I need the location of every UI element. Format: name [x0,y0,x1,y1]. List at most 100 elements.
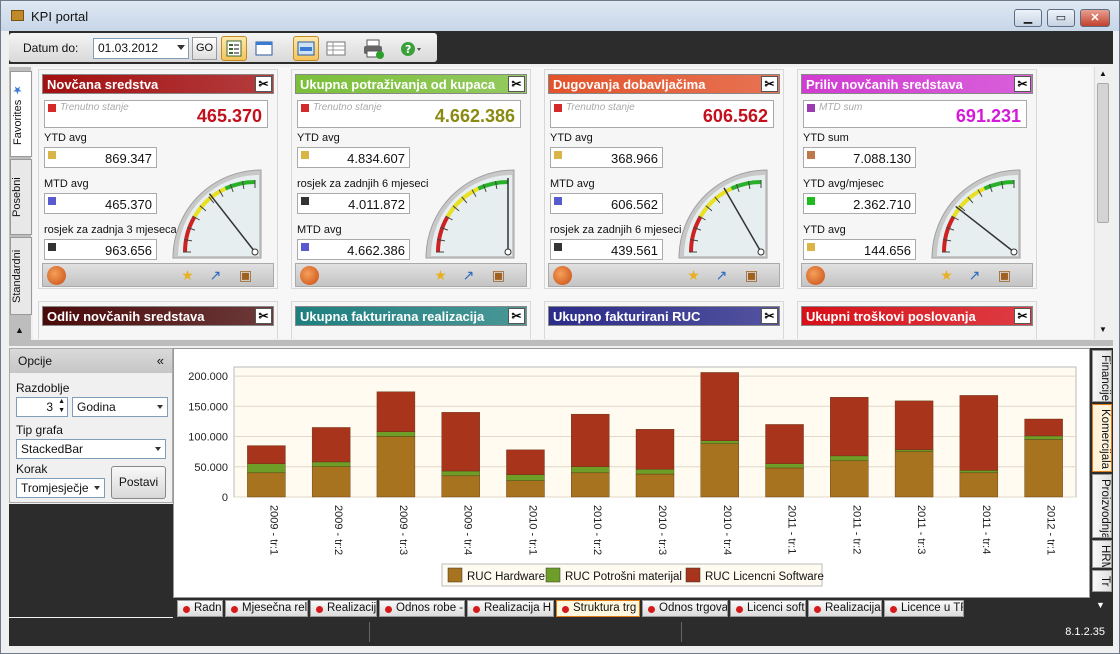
splitter-handle[interactable] [9,340,1113,346]
title-bar: KPI portal ▁ ▭ ✕ [1,1,1119,31]
refresh-ball-icon[interactable] [806,266,825,285]
collapse-icon[interactable]: « [157,353,164,368]
tab-standardni[interactable]: Standardni [10,237,32,315]
tools-icon[interactable]: ✂ [761,76,778,92]
tools-icon[interactable]: ✂ [508,308,525,324]
color-square [554,151,562,159]
x-tick-label: 2011 - tr:3 [915,505,927,554]
bottom-tabs: Radni Mjesečna reli Realizacija Odnos robe … [173,598,1090,618]
status-dot-icon [736,606,743,613]
scroll-thumb[interactable] [1097,83,1109,223]
export-icon[interactable]: ▣ [490,267,507,284]
scroll-down-icon[interactable]: ▼ [1099,325,1107,334]
color-square [301,151,309,159]
bottom-tab[interactable]: Realizacija [808,600,882,617]
panel-view-icon[interactable] [293,36,319,61]
favorite-star-icon[interactable]: ★ [179,267,196,284]
scroll-down-icon[interactable]: ▼ [1096,600,1105,610]
print-icon[interactable] [361,36,387,61]
kpi-card-footer: ★ ↗ ▣ [42,263,274,287]
chart-pane: 0 50.000 100.000 150.000 200.000 2009 - tr:1 2… [173,348,1090,598]
status-dot-icon [473,606,480,613]
bottom-tab[interactable]: Licenci soft [730,600,806,617]
tab-favorites[interactable]: Favorites ★ [10,71,32,157]
kpi-row-value-box: 4.011.872 [297,193,410,214]
x-tick-label: 2009 - tr:2 [332,505,344,555]
tools-icon[interactable]: ✂ [508,76,525,92]
bottom-tab[interactable]: Radni [177,600,223,617]
bar-segment [635,429,675,470]
chart-type-select[interactable]: StackedBar [16,439,166,459]
bar-segment [247,445,286,464]
tab-posebni[interactable]: Posebni [10,159,32,235]
chart-icon[interactable]: ↗ [966,267,983,284]
period-unit-select[interactable]: Godina [72,397,168,417]
minimize-button[interactable]: ▁ [1014,9,1042,27]
bottom-tab[interactable]: Struktura trg [556,600,640,617]
right-tab[interactable]: Proizvodnja [1092,474,1112,538]
favorite-star-icon[interactable]: ★ [938,267,955,284]
chart-icon[interactable]: ↗ [713,267,730,284]
export-icon[interactable]: ▣ [996,267,1013,284]
refresh-ball-icon[interactable] [553,266,572,285]
kpi-row-value-box: 4.662.386 [297,239,410,260]
bottom-tab[interactable]: Mjesečna reli [225,600,308,617]
grid-view-icon[interactable] [323,36,349,61]
legend: RUC Hardware RUC Potrošni materijal RUC Li… [441,563,824,587]
bottom-tab[interactable]: Realizacija H [467,600,554,617]
right-tab[interactable]: Financije [1092,350,1112,402]
tools-icon[interactable]: ✂ [1014,76,1031,92]
kpi-card-footer: ★ ↗ ▣ [295,263,527,287]
right-tab[interactable]: Komercijala [1092,404,1112,472]
options-header: Opcije « [10,349,172,373]
color-square [554,243,562,251]
refresh-ball-icon[interactable] [47,266,66,285]
tools-icon[interactable]: ✂ [255,308,272,324]
dashboard-scrollbar[interactable]: ▲ ▼ [1094,67,1111,339]
scroll-up-icon[interactable]: ▲ [1099,69,1107,78]
right-tab[interactable]: Tr [1092,570,1112,592]
tools-icon[interactable]: ✂ [761,308,778,324]
kpi-main-value: 465.370 [196,106,262,126]
legend-label: RUC Hardware [467,571,545,583]
tools-icon[interactable]: ✂ [1014,308,1031,324]
bottom-tab[interactable]: Realizacija [310,600,377,617]
bar-segment [571,466,610,474]
window-icon[interactable] [251,36,277,61]
window-title: KPI portal [31,9,89,24]
kpi-card-header: Ukupni troškovi poslovanja ✂ [801,306,1033,326]
right-tab[interactable]: HRM [1092,540,1112,568]
status-dot-icon [385,606,392,613]
favorite-star-icon[interactable]: ★ [685,267,702,284]
color-square [807,197,815,205]
export-icon[interactable]: ▣ [237,267,254,284]
bottom-tab[interactable]: Odnos robe - [379,600,465,617]
close-button[interactable]: ✕ [1080,9,1110,27]
refresh-ball-icon[interactable] [300,266,319,285]
x-tick-label: 2009 - tr:4 [462,505,474,555]
chart-icon[interactable]: ↗ [460,267,477,284]
help-icon[interactable]: ? [397,36,423,61]
bottom-tab-label: Odnos trgovač [659,602,728,614]
favorite-star-icon[interactable]: ★ [432,267,449,284]
kpi-card-footer: ★ ↗ ▣ [548,263,780,287]
bar-segment [1024,435,1063,440]
apply-button[interactable]: Postavi [111,466,166,499]
kpi-main-value-box: Trenutno stanje 606.562 [550,100,774,128]
maximize-button[interactable]: ▭ [1047,9,1075,27]
export-icon[interactable]: ▣ [743,267,760,284]
x-tick-label: 2012 - tr:1 [1045,505,1057,555]
step-select[interactable]: Tromjesječje [16,478,105,498]
bottom-tab[interactable]: Licence u TR [884,600,964,617]
bottom-tab[interactable]: Odnos trgovač [642,600,728,617]
stepper-arrows-icon[interactable]: ▲ ▼ [58,397,65,415]
go-button[interactable]: GO [192,37,217,60]
layout-list-icon[interactable] [221,36,247,61]
bar-segment [1024,418,1063,437]
razdoblje-stepper[interactable]: 3 ▲ ▼ [16,397,68,417]
tools-icon[interactable]: ✂ [255,76,272,92]
scroll-up-arrow[interactable]: ▲ [15,325,24,335]
date-picker[interactable]: 01.03.2012 [93,38,189,59]
date-label: Datum do: [23,41,79,55]
chart-icon[interactable]: ↗ [207,267,224,284]
